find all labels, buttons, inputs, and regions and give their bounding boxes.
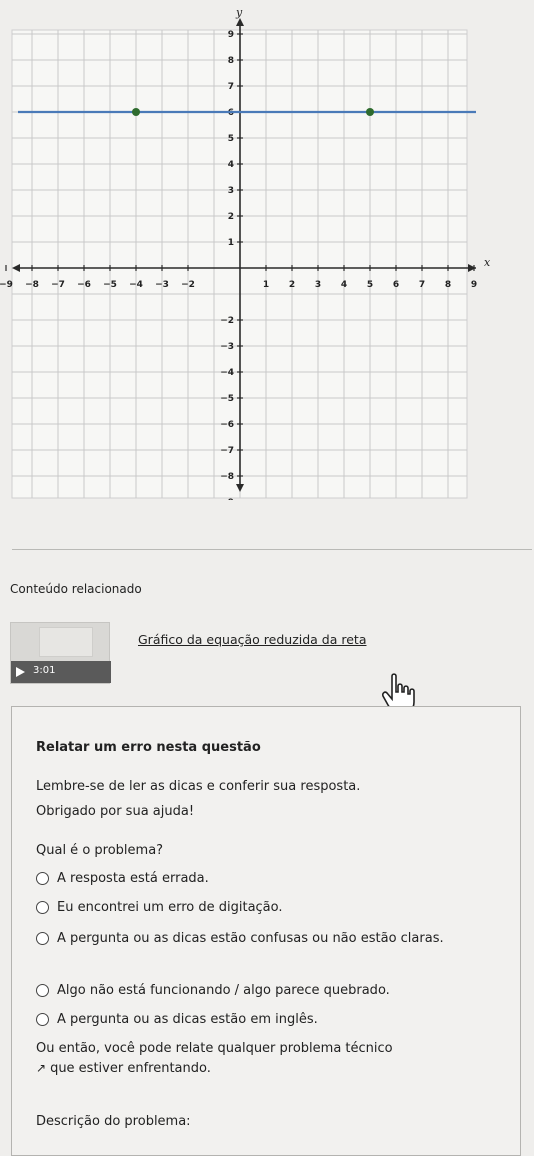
graph-point — [132, 108, 140, 116]
radio-button[interactable] — [36, 901, 49, 914]
y-tick-label: 5 — [228, 134, 234, 144]
x-axis-label: x — [484, 256, 491, 269]
report-question: Qual é o problema? — [36, 843, 164, 858]
coordinate-graph: xy−9−8−7−6−5−4−3−2123456789987654321−2−3… — [0, 0, 534, 500]
x-tick-label: 1 — [263, 280, 269, 290]
y-tick-label: 8 — [228, 56, 234, 66]
option-wrong-answer[interactable]: A resposta está errada. — [36, 870, 506, 888]
option-label: Algo não está funcionando / algo parece … — [57, 983, 390, 998]
option-broken[interactable]: Algo não está funcionando / algo parece … — [36, 982, 506, 1000]
y-tick-label: −5 — [220, 394, 234, 404]
option-english[interactable]: A pergunta ou as dicas estão em inglês. — [36, 1011, 506, 1029]
radio-button[interactable] — [36, 984, 49, 997]
x-tick-label: −3 — [155, 280, 169, 290]
report-title: Relatar um erro nesta questão — [36, 740, 261, 755]
x-tick-label: 5 — [367, 280, 373, 290]
report-thanks: Obrigado por sua ajuda! — [36, 804, 195, 819]
y-tick-label: 1 — [228, 238, 234, 248]
video-thumbnail — [39, 627, 93, 657]
option-typo[interactable]: Eu encontrei um erro de digitação. — [36, 899, 506, 917]
y-tick-label: −6 — [220, 420, 234, 430]
x-tick-label: −8 — [25, 280, 39, 290]
y-tick-label: 4 — [228, 160, 234, 170]
video-card[interactable]: 3:01 — [10, 622, 111, 684]
y-tick-label: −4 — [220, 368, 234, 378]
radio-button[interactable] — [36, 1013, 49, 1026]
y-tick-label: −8 — [220, 472, 234, 482]
description-label: Descrição do problema: — [36, 1114, 191, 1129]
y-tick-label: 3 — [228, 186, 234, 196]
video-duration: 3:01 — [33, 665, 56, 676]
y-tick-label: 2 — [228, 212, 234, 222]
video-title-link[interactable]: Gráfico da equação reduzida da reta — [138, 632, 366, 647]
x-tick-label: 2 — [289, 280, 295, 290]
y-tick-label: −2 — [220, 316, 234, 326]
x-tick-label: 7 — [419, 280, 425, 290]
graph-point — [366, 108, 374, 116]
radio-button[interactable] — [36, 932, 49, 945]
y-axis-label: y — [235, 6, 243, 19]
related-content-heading: Conteúdo relacionado — [10, 582, 142, 596]
tech-issue-text-2: ↗ que estiver enfrentando. — [36, 1059, 506, 1078]
y-tick-label: −9 — [220, 498, 234, 500]
y-tick-label: −3 — [220, 342, 234, 352]
tech-issue-text: Ou então, você pode relate qualquer prob… — [36, 1040, 506, 1058]
y-axis-arrow — [236, 18, 244, 26]
x-tick-label: −7 — [51, 280, 65, 290]
x-tick-label: −2 — [181, 280, 195, 290]
tech-issue-line-1[interactable]: Ou então, você pode relate qualquer prob… — [36, 1041, 393, 1056]
video-bar: 3:01 — [11, 661, 111, 683]
x-tick-label: 8 — [445, 280, 451, 290]
option-label: A pergunta ou as dicas estão em inglês. — [57, 1012, 318, 1027]
x-tick-label: −5 — [103, 280, 117, 290]
x-tick-label: 6 — [393, 280, 399, 290]
x-tick-label: −6 — [77, 280, 91, 290]
x-tick-label: −4 — [129, 280, 143, 290]
y-tick-label: −7 — [220, 446, 234, 456]
x-tick-label: −9 — [0, 280, 13, 290]
x-tick-label: 4 — [341, 280, 347, 290]
option-label: Eu encontrei um erro de digitação. — [57, 900, 283, 915]
y-tick-label: 7 — [228, 82, 234, 92]
radio-button[interactable] — [36, 872, 49, 885]
external-link-icon[interactable]: ↗ — [36, 1059, 46, 1077]
y-tick-label: 9 — [228, 30, 234, 40]
play-icon — [16, 667, 25, 677]
section-divider — [12, 549, 532, 550]
x-tick-label: 9 — [471, 280, 477, 290]
report-reminder: Lembre-se de ler as dicas e conferir sua… — [36, 779, 361, 794]
option-confusing[interactable]: A pergunta ou as dicas estão confusas ou… — [36, 930, 506, 948]
tech-issue-line-2: que estiver enfrentando. — [50, 1061, 211, 1076]
x-tick-label: 3 — [315, 280, 321, 290]
option-label: A resposta está errada. — [57, 871, 209, 886]
graph-svg: xy−9−8−7−6−5−4−3−2123456789987654321−2−3… — [0, 6, 491, 500]
option-label: A pergunta ou as dicas estão confusas ou… — [57, 931, 444, 946]
x-axis-arrow — [468, 264, 476, 272]
